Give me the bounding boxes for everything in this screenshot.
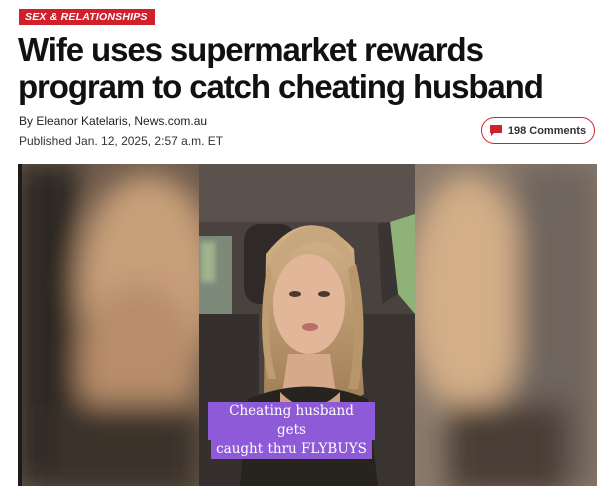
published-date: Published Jan. 12, 2025, 2:57 a.m. ET [19,134,224,148]
byline: By Eleanor Katelaris, News.com.au [19,114,208,128]
blurred-right-panel [408,164,597,486]
video-caption-line-2: caught thru FLYBUYS [211,440,372,459]
blurred-left-panel [18,164,218,486]
section-tag[interactable]: SEX & RELATIONSHIPS [19,9,155,25]
video-left-edge [18,164,22,486]
video-caption: Cheating husband gets caught thru FLYBUY… [208,402,375,459]
comments-button[interactable]: 198 Comments [481,117,595,144]
comments-count-label: 198 Comments [507,124,587,137]
video-caption-line-1: Cheating husband gets [208,402,375,440]
headline: Wife uses supermarket rewards program to… [18,31,544,105]
comment-bubble-icon [489,125,502,136]
